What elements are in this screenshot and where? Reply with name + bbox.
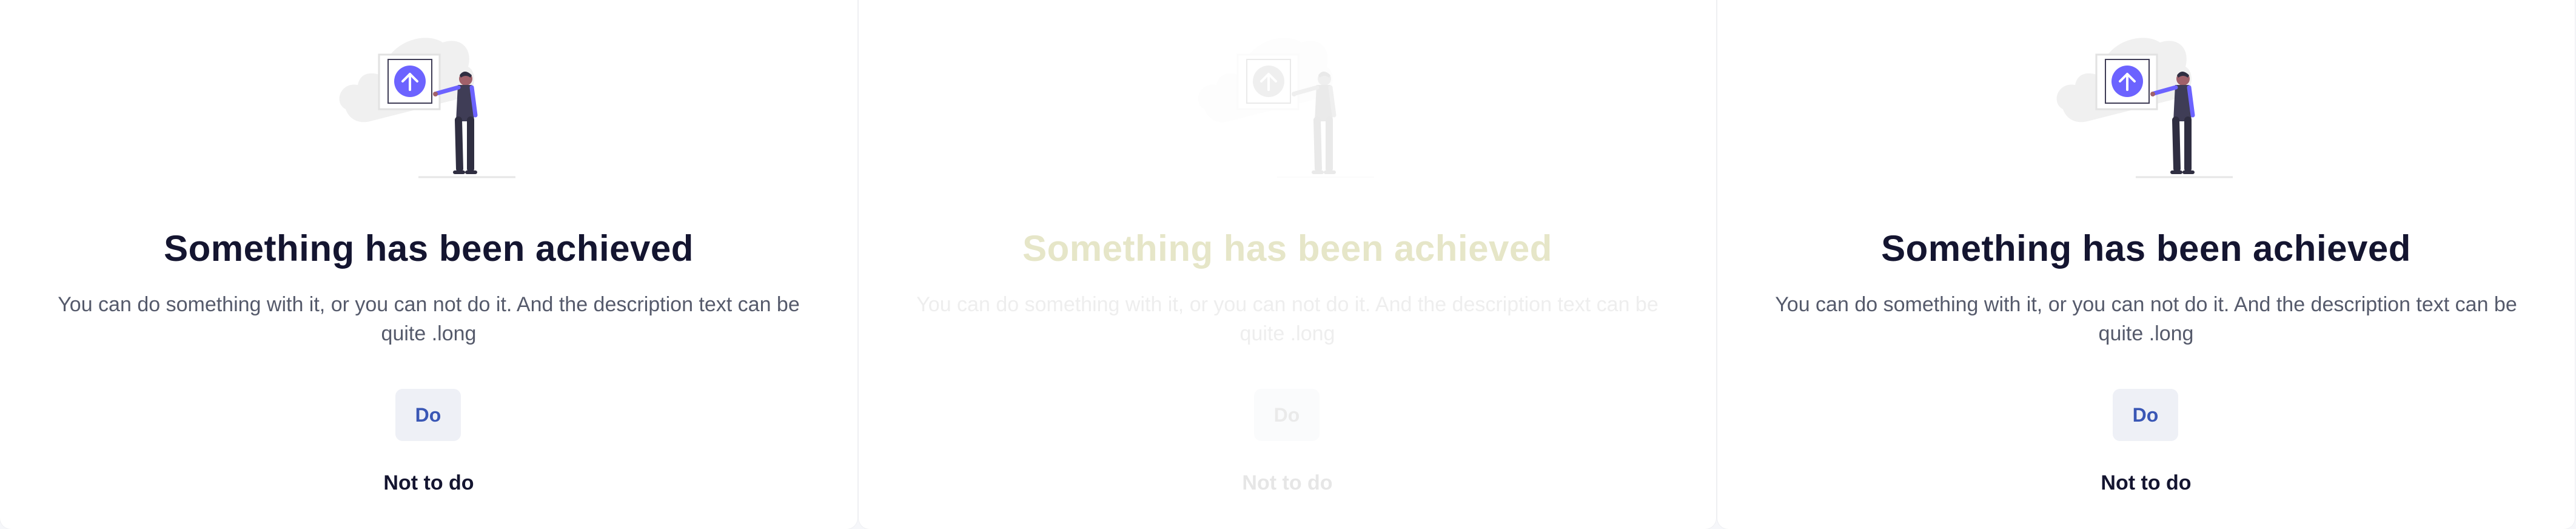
person-presenting-upload-icon	[1198, 38, 1374, 178]
page-title: Something has been achieved	[1022, 228, 1552, 269]
not-to-do-button[interactable]: Not to do	[1198, 467, 1377, 499]
empty-state-panel-2: Something has been achieved You can do s…	[859, 0, 1716, 529]
empty-state-panel-1: Something has been achieved You can do s…	[0, 0, 857, 529]
do-button[interactable]: Do	[2113, 389, 2178, 441]
not-to-do-button[interactable]: Not to do	[2057, 467, 2235, 499]
description-text: You can do something with it, or you can…	[916, 293, 1659, 345]
description-text: You can do something with it, or you can…	[1775, 293, 2517, 345]
page-title: Something has been achieved	[1881, 228, 2411, 269]
description-text: You can do something with it, or you can…	[58, 293, 800, 345]
not-to-do-button[interactable]: Not to do	[340, 467, 518, 499]
page-title: Something has been achieved	[164, 228, 694, 269]
do-button[interactable]: Do	[395, 389, 461, 441]
do-button[interactable]: Do	[1254, 389, 1320, 441]
person-presenting-upload-icon	[339, 38, 515, 178]
empty-state-panel-3: Something has been achieved You can do s…	[1717, 0, 2575, 529]
empty-state-row: Something has been achieved You can do s…	[0, 0, 2576, 529]
person-presenting-upload-icon	[2056, 38, 2233, 178]
